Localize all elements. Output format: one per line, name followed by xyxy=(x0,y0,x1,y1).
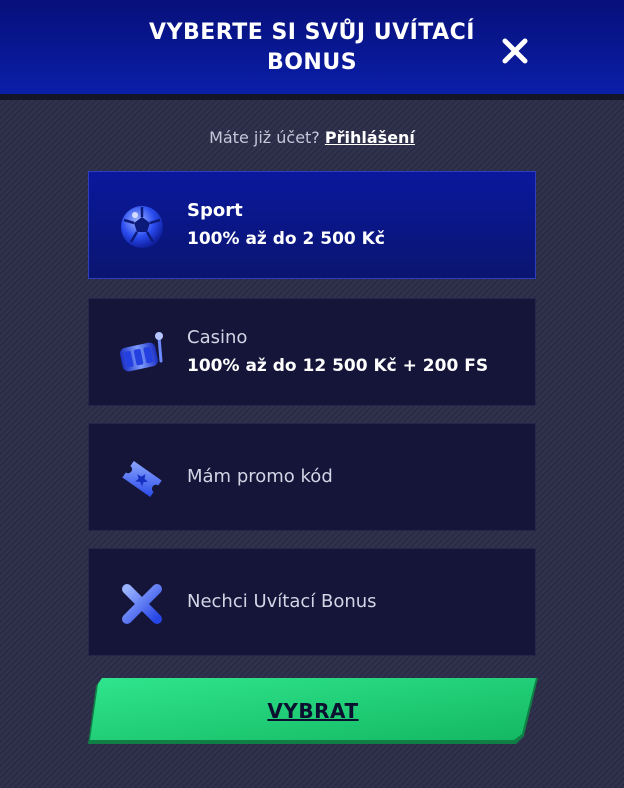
select-submit-button[interactable]: VYBRAT xyxy=(88,678,538,744)
bonus-option-casino[interactable]: Casino 100% až do 12 500 Kč + 200 FS xyxy=(88,298,536,406)
x-mark-icon xyxy=(122,584,162,624)
option-title: Mám promo kód xyxy=(187,466,333,487)
option-subtitle: 100% až do 12 500 Kč + 200 FS xyxy=(187,356,489,376)
slot-reel-icon xyxy=(120,332,163,372)
option-title: Sport xyxy=(187,200,243,221)
close-icon xyxy=(502,38,528,64)
option-subtitle: 100% až do 2 500 Kč xyxy=(187,229,385,249)
bonus-option-no-bonus[interactable]: Nechci Uvítací Bonus xyxy=(88,548,536,656)
modal-header: VYBERTE SI SVŮJ UVÍTACÍ BONUS xyxy=(0,0,624,100)
submit-label: VYBRAT xyxy=(267,699,359,723)
login-prompt-line: Máte již účet? Přihlášení xyxy=(0,128,624,147)
close-button[interactable] xyxy=(492,28,538,74)
bonus-option-promo-code[interactable]: Mám promo kód xyxy=(88,423,536,531)
option-title: Nechci Uvítací Bonus xyxy=(187,591,377,612)
login-prompt: Máte již účet? xyxy=(209,128,320,147)
soccer-ball-icon xyxy=(121,206,163,248)
bonus-option-sport[interactable]: Sport 100% až do 2 500 Kč xyxy=(88,171,536,279)
welcome-bonus-modal: VYBERTE SI SVŮJ UVÍTACÍ BONUS Máte již ú… xyxy=(0,0,624,788)
ticket-icon xyxy=(122,461,162,497)
login-link[interactable]: Přihlášení xyxy=(325,128,415,147)
modal-title: VYBERTE SI SVŮJ UVÍTACÍ BONUS xyxy=(149,20,475,75)
option-title: Casino xyxy=(187,327,248,348)
